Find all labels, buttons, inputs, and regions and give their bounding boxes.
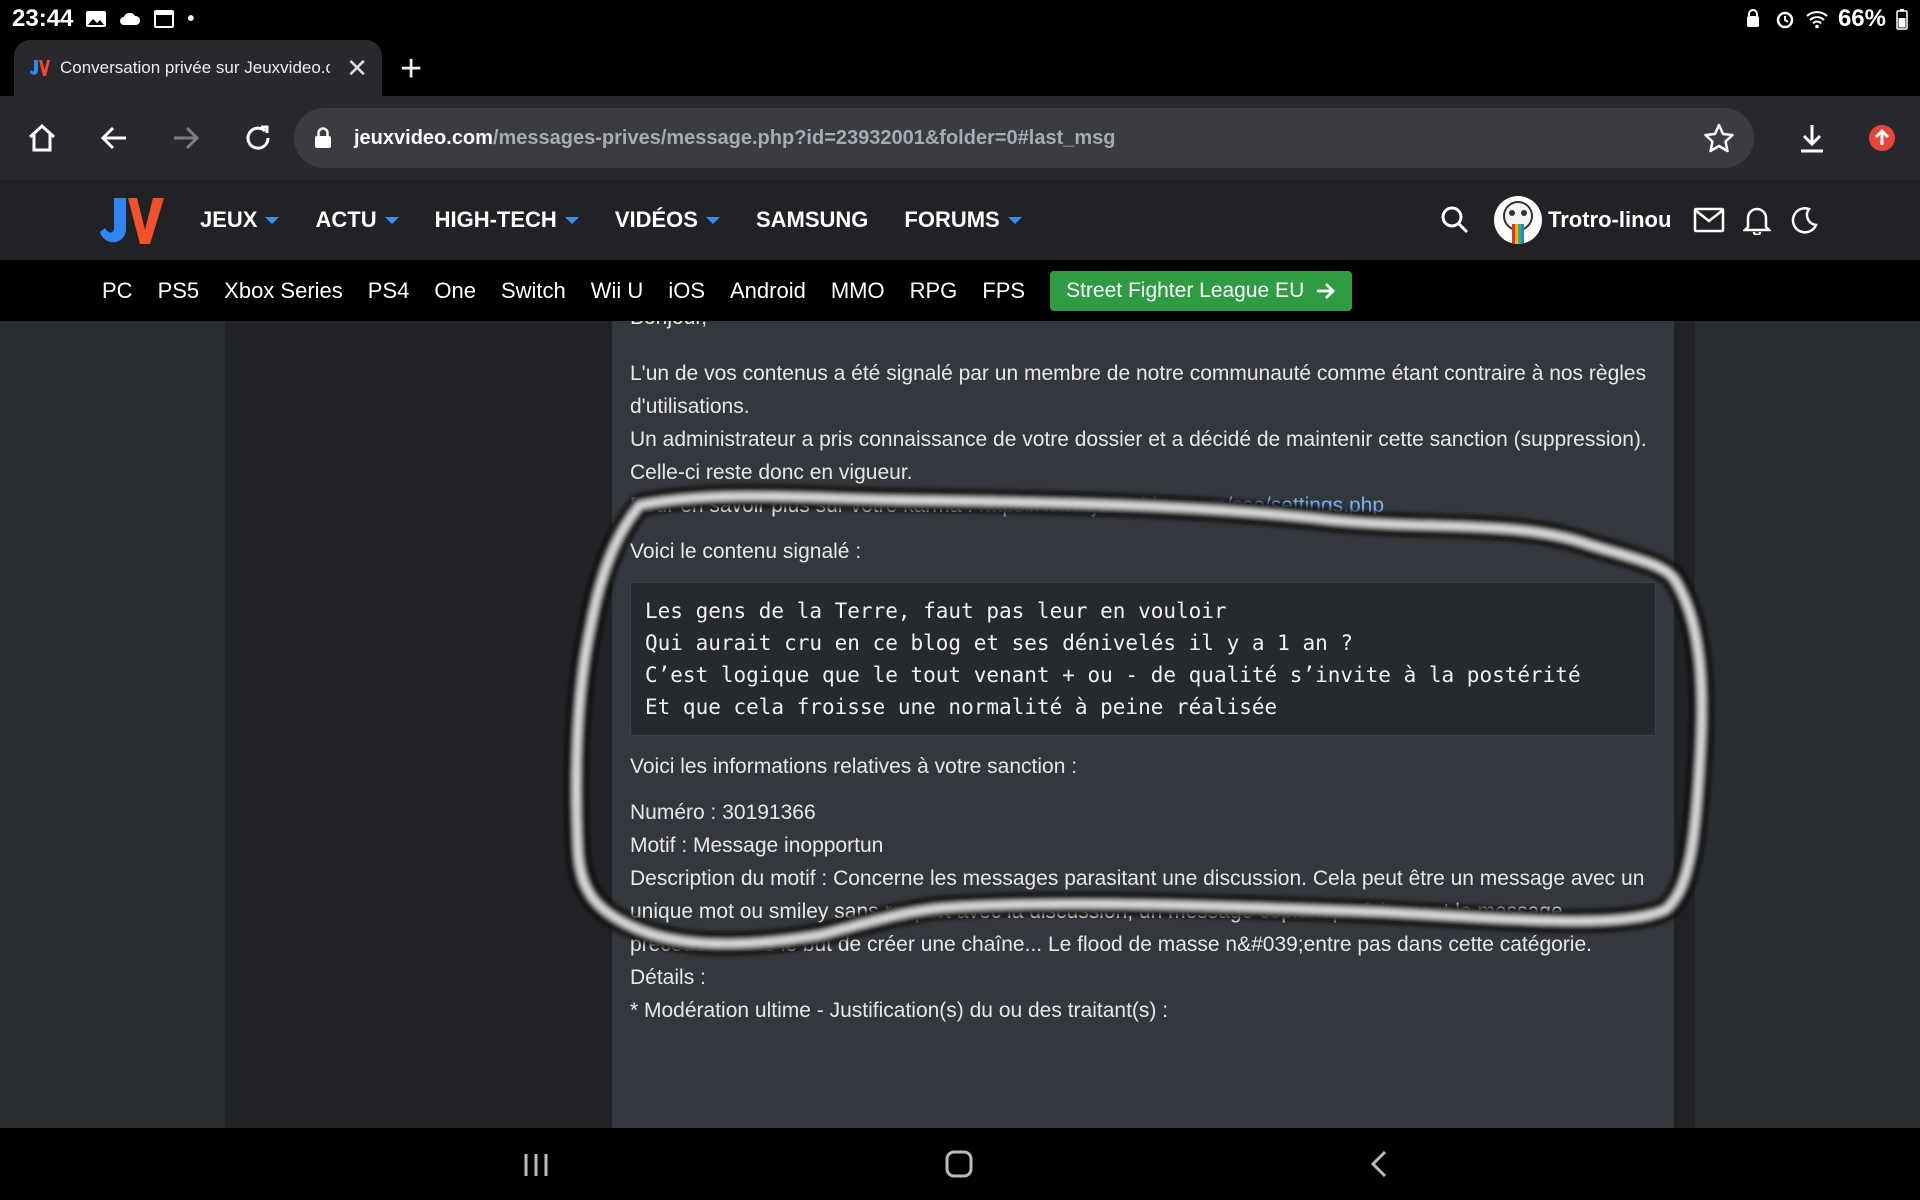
nav-actu[interactable]: ACTU	[315, 207, 399, 233]
platform-ios[interactable]: iOS	[668, 278, 705, 304]
browser-tab[interactable]: Conversation privée sur Jeuxvideo.com ✕	[14, 40, 382, 96]
tab-title: Conversation privée sur Jeuxvideo.com	[60, 58, 330, 77]
update-icon[interactable]	[1852, 108, 1912, 168]
chevron-down-icon	[1007, 216, 1022, 224]
platform-nav: PC PS5 Xbox Series PS4 One Switch Wii U …	[0, 260, 1920, 321]
site-header: JEUX ACTU HIGH-TECH VIDÉOS SAMSUNG FORUM…	[0, 180, 1920, 260]
avatar	[1494, 196, 1542, 244]
platform-wii-u[interactable]: Wii U	[591, 278, 644, 304]
url-host: jeuxvideo.com	[354, 126, 493, 149]
cloud-icon	[120, 12, 141, 25]
reload-icon[interactable]	[228, 108, 288, 168]
back-button-icon[interactable]	[1358, 1142, 1402, 1186]
promo-button[interactable]: Street Fighter League EU	[1050, 270, 1353, 311]
nav-jeux[interactable]: JEUX	[200, 207, 280, 233]
dark-mode-moon-icon[interactable]	[1789, 205, 1819, 235]
new-tab-icon[interactable]: +	[400, 48, 422, 91]
calendar-icon	[154, 10, 175, 28]
status-time: 23:44	[12, 5, 74, 32]
back-icon[interactable]	[84, 108, 144, 168]
status-dot: •	[187, 7, 195, 30]
greeting: Bonjour,	[630, 321, 1656, 334]
bell-icon[interactable]	[1743, 205, 1772, 235]
username: Trotro-linou	[1548, 207, 1672, 232]
forward-icon[interactable]	[156, 108, 216, 168]
promo-label: Street Fighter League EU	[1066, 278, 1305, 302]
sanction-moderation: * Modération ultime - Justification(s) d…	[630, 999, 1169, 1022]
platform-switch[interactable]: Switch	[501, 278, 566, 304]
message-body: Bonjour, L'un de vos contenus a été sign…	[612, 321, 1674, 1128]
sanction-details: Détails :	[630, 966, 706, 989]
chevron-down-icon	[564, 216, 579, 224]
address-bar[interactable]: jeuxvideo.com/messages-prives/message.ph…	[294, 108, 1754, 168]
battery-percent: 66%	[1837, 5, 1886, 32]
platform-android[interactable]: Android	[730, 278, 806, 304]
platform-ps5[interactable]: PS5	[158, 278, 200, 304]
page-background: Bonjour, L'un de vos contenus a été sign…	[0, 321, 1920, 1128]
browser-toolbar: jeuxvideo.com/messages-prives/message.ph…	[0, 96, 1920, 180]
platform-mmo[interactable]: MMO	[831, 278, 885, 304]
chevron-down-icon	[384, 216, 399, 224]
url-path: /messages-prives/message.php?id=23932001…	[492, 126, 1116, 149]
system-status-bar: 23:44 • 66%	[0, 0, 1920, 38]
sanction-motif: Motif : Message inopportun	[630, 834, 884, 857]
nav-high-tech[interactable]: HIGH-TECH	[435, 207, 579, 233]
chevron-down-icon	[705, 216, 720, 224]
platform-fps[interactable]: FPS	[982, 278, 1025, 304]
header-actions: Trotro-linou	[1440, 180, 1819, 260]
sanction-numero: Numéro : 30191366	[630, 801, 816, 824]
platform-rpg[interactable]: RPG	[910, 278, 958, 304]
platform-xbox-series[interactable]: Xbox Series	[224, 278, 343, 304]
battery-icon	[1896, 9, 1908, 30]
browser-tab-strip: Conversation privée sur Jeuxvideo.com ✕ …	[0, 38, 1920, 96]
quote-line: C’est logique que le tout venant + ou - …	[645, 663, 1581, 687]
gallery-icon	[86, 11, 107, 27]
platform-one[interactable]: One	[434, 278, 476, 304]
lock-icon	[315, 127, 331, 148]
system-navigation-bar	[0, 1128, 1920, 1200]
bookmark-star-icon[interactable]	[1704, 123, 1734, 153]
user-menu[interactable]: Trotro-linou	[1494, 196, 1671, 244]
nav-samsung[interactable]: SAMSUNG	[756, 207, 868, 233]
home-icon[interactable]	[12, 108, 72, 168]
jv-logo-icon[interactable]	[98, 196, 164, 246]
main-nav: JEUX ACTU HIGH-TECH VIDÉOS SAMSUNG FORUM…	[200, 180, 1022, 260]
message-paragraph: L'un de vos contenus a été signalé par u…	[630, 362, 1647, 418]
mail-icon[interactable]	[1693, 207, 1725, 233]
sanction-intro: Voici les informations relatives à votre…	[630, 755, 1078, 778]
sanction-description: Description du motif : Concerne les mess…	[630, 867, 1645, 956]
home-button-icon[interactable]	[937, 1142, 981, 1186]
search-icon[interactable]	[1440, 205, 1470, 235]
quote-line: Qui aurait cru en ce blog et ses dénivel…	[645, 631, 1354, 655]
alarm-icon	[1776, 11, 1794, 29]
platform-pc[interactable]: PC	[102, 278, 133, 304]
reported-intro: Voici le contenu signalé :	[630, 540, 862, 563]
reported-content-quote: Les gens de la Terre, faut pas leur en v…	[630, 582, 1656, 736]
wifi-icon	[1806, 11, 1828, 29]
chevron-down-icon	[265, 216, 280, 224]
arrow-right-icon	[1317, 282, 1336, 299]
recent-apps-icon[interactable]	[514, 1142, 558, 1186]
download-icon[interactable]	[1782, 108, 1842, 168]
nav-videos[interactable]: VIDÉOS	[615, 207, 720, 233]
message-paragraph: Un administrateur a pris connaissance de…	[630, 428, 1647, 484]
platform-ps4[interactable]: PS4	[368, 278, 410, 304]
jv-favicon-icon	[30, 60, 50, 76]
quote-line: Les gens de la Terre, faut pas leur en v…	[645, 599, 1227, 623]
alarm-lock-icon	[1746, 9, 1759, 27]
nav-forums[interactable]: FORUMS	[904, 207, 1022, 233]
page-column: Bonjour, L'un de vos contenus a été sign…	[225, 321, 1695, 1128]
quote-line: Et que cela froisse une normalité à pein…	[645, 695, 1278, 719]
karma-line: Pour en savoir plus sur votre karma : ht…	[630, 494, 1385, 517]
karma-link[interactable]: https://www.jeuxvideo.com/sso/settings.p…	[979, 494, 1384, 517]
close-tab-icon[interactable]: ✕	[346, 53, 368, 84]
